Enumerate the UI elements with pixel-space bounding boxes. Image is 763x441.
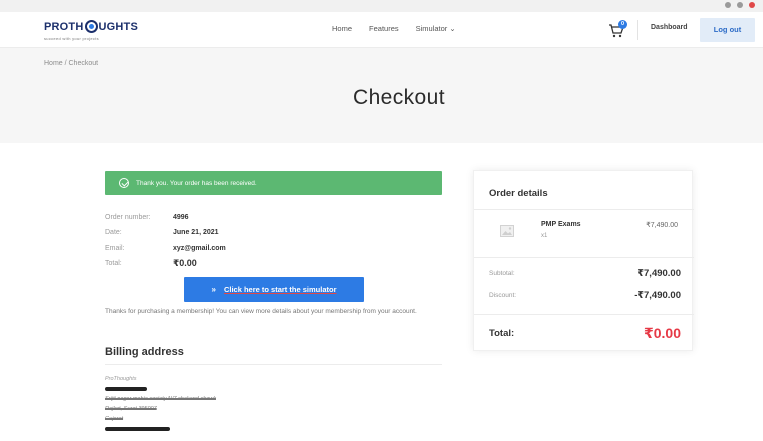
logo-tagline: succeed with your projects	[44, 36, 99, 41]
page-header: Home / Checkout Checkout	[0, 48, 763, 143]
summary-divider	[474, 257, 694, 258]
billing-address: ProThoughts Srijit nagar mohia society N…	[105, 374, 216, 434]
maximize-dot[interactable]	[737, 2, 743, 8]
nav-features[interactable]: Features	[369, 24, 399, 33]
logo-suffix: UGHTS	[98, 20, 138, 33]
order-overview: Order number: 4996 Date: June 21, 2021 E…	[105, 210, 226, 271]
membership-thanks-text: Thanks for purchasing a membership! You …	[105, 308, 417, 315]
cart-button[interactable]: 0	[608, 20, 628, 38]
discount-row: Discount: -₹7,490.00	[489, 290, 681, 301]
item-quantity: x1	[541, 233, 548, 239]
alert-text: Thank you. Your order has been received.	[136, 179, 257, 187]
check-circle-icon	[119, 178, 129, 188]
start-simulator-button[interactable]: » Click here to start the simulator	[184, 277, 364, 302]
order-date-value: June 21, 2021	[173, 229, 219, 237]
billing-state: Gujarat	[105, 416, 124, 422]
billing-divider	[105, 364, 442, 365]
order-date-row: Date: June 21, 2021	[105, 225, 226, 240]
order-email-value: xyz@gmail.com	[173, 244, 226, 252]
order-email-label: Email:	[105, 244, 125, 252]
order-total-row: Total: ₹0.00	[105, 256, 226, 271]
nav-simulator[interactable]: Simulator ⌄	[416, 24, 456, 33]
discount-label: Discount:	[489, 292, 517, 299]
double-chevron-right-icon: »	[211, 285, 216, 294]
order-details-card: Order details PMP Exams x1 ₹7,490.00 Sub…	[473, 170, 694, 351]
page-title: Checkout	[353, 86, 445, 109]
item-price: ₹7,490.00	[646, 222, 678, 229]
breadcrumb: Home / Checkout	[44, 60, 99, 67]
nav-home[interactable]: Home	[332, 24, 352, 33]
minimize-dot[interactable]	[725, 2, 731, 8]
order-success-alert: Thank you. Your order has been received.	[105, 171, 442, 195]
order-date-label: Date:	[105, 229, 122, 237]
product-image-placeholder-icon	[500, 225, 514, 237]
subtotal-row: Subtotal: ₹7,490.00	[489, 268, 681, 279]
window-controls	[725, 2, 755, 8]
dashboard-link[interactable]: Dashboard	[651, 24, 688, 31]
billing-redacted-line-1	[105, 384, 216, 394]
nav-divider	[637, 20, 638, 40]
logo-prefix: PROTH	[44, 20, 84, 33]
redaction-mark	[105, 426, 170, 431]
order-number-row: Order number: 4996	[105, 210, 226, 225]
grand-total-value: ₹0.00	[644, 325, 681, 341]
order-total-value: ₹0.00	[173, 258, 197, 269]
billing-city-line: Rajkot, Surat 395007	[105, 406, 157, 412]
discount-value: -₹7,490.00	[634, 290, 681, 301]
cart-count-badge: 0	[618, 20, 627, 29]
browser-chrome-strip	[0, 0, 763, 12]
billing-address-title: Billing address	[105, 346, 184, 358]
logo-eye-icon	[84, 20, 98, 33]
summary-divider	[474, 314, 694, 315]
order-total-label: Total:	[105, 260, 122, 268]
logout-button[interactable]: Log out	[700, 18, 755, 42]
grand-total-row: Total: ₹0.00	[489, 325, 681, 342]
start-simulator-label: Click here to start the simulator	[223, 285, 337, 294]
logo[interactable]: PROTH UGHTS	[44, 20, 138, 33]
redaction-mark	[105, 386, 147, 391]
navbar: PROTH UGHTS succeed with your projects H…	[0, 12, 763, 48]
grand-total-label: Total:	[489, 328, 515, 339]
billing-name: ProThoughts	[105, 376, 137, 382]
main-nav: Home Features Simulator ⌄	[332, 24, 456, 33]
billing-redacted-line-2	[105, 424, 216, 434]
billing-address-line: Srijit nagar mohia society N/7 chakand c…	[105, 396, 216, 402]
order-number-value: 4996	[173, 214, 189, 222]
subtotal-label: Subtotal:	[489, 270, 515, 277]
order-email-row: Email: xyz@gmail.com	[105, 241, 226, 256]
close-dot[interactable]	[749, 2, 755, 8]
order-number-label: Order number:	[105, 214, 151, 222]
summary-divider	[474, 209, 694, 210]
order-details-title: Order details	[489, 188, 548, 199]
subtotal-value: ₹7,490.00	[637, 268, 681, 279]
item-name: PMP Exams	[541, 221, 581, 228]
